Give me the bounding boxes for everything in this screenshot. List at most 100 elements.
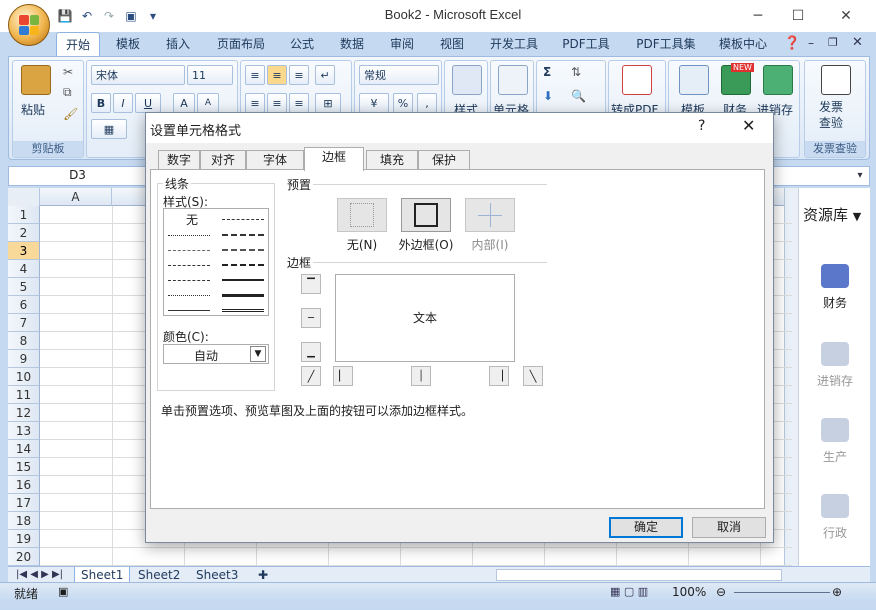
sheet-tab-2[interactable]: Sheet2 bbox=[132, 567, 186, 583]
preset-none-button[interactable] bbox=[337, 198, 387, 232]
line-style-option[interactable] bbox=[168, 280, 210, 281]
zoom-out-icon[interactable]: ⊖ bbox=[716, 585, 726, 599]
dialog-close-button[interactable]: ✕ bbox=[742, 116, 755, 135]
row-header[interactable]: 13 bbox=[8, 422, 40, 440]
border-left-button[interactable]: ▏ bbox=[333, 366, 353, 386]
align-middle-icon[interactable]: ≡ bbox=[267, 65, 287, 85]
percent-button[interactable]: % bbox=[393, 93, 413, 113]
tab-formulas[interactable]: 公式 bbox=[282, 32, 322, 56]
row-header[interactable]: 10 bbox=[8, 368, 40, 386]
resource-item-inventory[interactable]: 进销存 bbox=[799, 342, 871, 389]
row-header[interactable]: 17 bbox=[8, 494, 40, 512]
find-select-icon[interactable]: 🔍 bbox=[571, 89, 586, 103]
row-header[interactable]: 2 bbox=[8, 224, 40, 242]
number-format-select[interactable]: 常规 bbox=[359, 65, 439, 85]
tab-review[interactable]: 审阅 bbox=[382, 32, 422, 56]
tab-view[interactable]: 视图 bbox=[432, 32, 472, 56]
resource-item-production[interactable]: 生产 bbox=[799, 418, 871, 465]
dialog-help-button[interactable]: ? bbox=[698, 118, 705, 134]
line-style-option[interactable] bbox=[222, 249, 264, 251]
line-style-option[interactable] bbox=[222, 309, 264, 312]
preset-inside-button[interactable] bbox=[465, 198, 515, 232]
template-icon[interactable] bbox=[679, 65, 709, 95]
resource-panel-title[interactable]: 资源库 ▼ bbox=[799, 204, 871, 225]
tab-data[interactable]: 数据 bbox=[332, 32, 372, 56]
sheet-nav-icon[interactable]: |◀ ◀ ▶ ▶| bbox=[10, 567, 69, 583]
copy-icon[interactable]: ⧉ bbox=[63, 85, 72, 100]
horizontal-scrollbar[interactable] bbox=[496, 569, 782, 581]
cells-icon[interactable] bbox=[498, 65, 528, 95]
color-select[interactable]: 自动 ▼ bbox=[163, 344, 269, 364]
italic-icon[interactable]: I bbox=[113, 93, 133, 113]
border-right-button[interactable]: ▕ bbox=[489, 366, 509, 386]
macro-record-icon[interactable]: ▣ bbox=[58, 585, 68, 598]
tab-protection[interactable]: 保护 bbox=[418, 150, 470, 170]
border-bottom-button[interactable]: ▁ bbox=[301, 342, 321, 362]
line-style-option[interactable] bbox=[168, 250, 210, 251]
align-right-icon[interactable]: ≡ bbox=[289, 93, 309, 113]
sheet-tab-3[interactable]: Sheet3 bbox=[190, 567, 244, 583]
currency-icon[interactable]: ¥ bbox=[359, 93, 389, 113]
sheet-tab-1[interactable]: Sheet1 bbox=[74, 567, 131, 583]
tab-insert[interactable]: 插入 bbox=[158, 32, 198, 56]
border-icon[interactable]: ▦ bbox=[91, 119, 127, 139]
sort-filter-icon[interactable]: ⇅ bbox=[571, 65, 581, 79]
expand-formula-icon[interactable]: ▾ bbox=[852, 167, 868, 185]
fill-icon[interactable]: ⬇ bbox=[543, 89, 553, 103]
tab-template-center[interactable]: 模板中心 bbox=[712, 32, 774, 56]
line-style-none[interactable]: 无 bbox=[172, 211, 212, 228]
border-diag-up-button[interactable]: ╱ bbox=[301, 366, 321, 386]
row-header[interactable]: 12 bbox=[8, 404, 40, 422]
invoice-check-label[interactable]: 发票 查验 bbox=[819, 99, 843, 131]
row-header[interactable]: 9 bbox=[8, 350, 40, 368]
line-style-option[interactable] bbox=[168, 235, 210, 236]
maximize-button[interactable]: ☐ bbox=[778, 4, 818, 28]
line-style-list[interactable]: 无 bbox=[163, 208, 269, 316]
resource-item-admin[interactable]: 行政 bbox=[799, 494, 871, 541]
align-top-icon[interactable]: ≡ bbox=[245, 65, 265, 85]
line-style-option[interactable] bbox=[222, 219, 264, 220]
tab-templates[interactable]: 模板 bbox=[108, 32, 148, 56]
format-painter-icon[interactable]: 🖌 bbox=[63, 107, 78, 121]
invoice-check-icon[interactable] bbox=[821, 65, 851, 95]
close-window-button[interactable]: ✕ bbox=[826, 4, 866, 28]
wrap-text-icon[interactable]: ↵ bbox=[315, 65, 335, 85]
help-icon[interactable]: ❓ bbox=[784, 36, 800, 51]
tab-font[interactable]: 字体 bbox=[246, 150, 304, 170]
row-header[interactable]: 20 bbox=[8, 548, 40, 566]
font-size-select[interactable]: 11 bbox=[187, 65, 233, 85]
tab-developer[interactable]: 开发工具 bbox=[482, 32, 546, 56]
align-center-icon[interactable]: ≡ bbox=[267, 93, 287, 113]
quick-print-icon[interactable]: ▣ bbox=[122, 7, 140, 25]
border-diag-down-button[interactable]: ╲ bbox=[523, 366, 543, 386]
row-header[interactable]: 7 bbox=[8, 314, 40, 332]
customize-qat-icon[interactable]: ▾ bbox=[144, 7, 162, 25]
zoom-in-icon[interactable]: ⊕ bbox=[832, 585, 842, 599]
resource-item-finance[interactable]: 财务 bbox=[799, 264, 871, 311]
autosum-icon[interactable]: Σ bbox=[543, 65, 551, 79]
styles-icon[interactable] bbox=[452, 65, 482, 95]
view-buttons-icon[interactable]: ▦ ▢ ▥ bbox=[610, 585, 648, 598]
ribbon-restore-icon[interactable]: ❐ bbox=[828, 36, 838, 49]
name-box[interactable]: D3 bbox=[8, 166, 148, 186]
row-header[interactable]: 3 bbox=[8, 242, 40, 260]
tab-number[interactable]: 数字 bbox=[158, 150, 200, 170]
merge-center-icon[interactable]: ⊞ bbox=[315, 93, 341, 113]
line-style-option[interactable] bbox=[222, 279, 264, 281]
line-style-option[interactable] bbox=[168, 295, 210, 296]
row-header[interactable]: 4 bbox=[8, 260, 40, 278]
font-name-select[interactable]: 宋体 bbox=[91, 65, 185, 85]
paste-label[interactable]: 粘贴 bbox=[21, 101, 45, 118]
convert-pdf-icon[interactable] bbox=[622, 65, 652, 95]
row-header[interactable]: 1 bbox=[8, 206, 40, 224]
vertical-scrollbar[interactable] bbox=[784, 188, 798, 566]
save-icon[interactable]: 💾 bbox=[56, 7, 74, 25]
line-style-option[interactable] bbox=[168, 310, 210, 311]
line-style-option[interactable] bbox=[222, 264, 264, 266]
comma-icon[interactable]: , bbox=[417, 93, 437, 113]
border-preview[interactable]: 文本 bbox=[335, 274, 515, 362]
ribbon-close-icon[interactable]: ✕ bbox=[852, 35, 863, 50]
paste-icon[interactable] bbox=[21, 65, 51, 95]
row-header[interactable]: 16 bbox=[8, 476, 40, 494]
tab-alignment[interactable]: 对齐 bbox=[200, 150, 246, 170]
